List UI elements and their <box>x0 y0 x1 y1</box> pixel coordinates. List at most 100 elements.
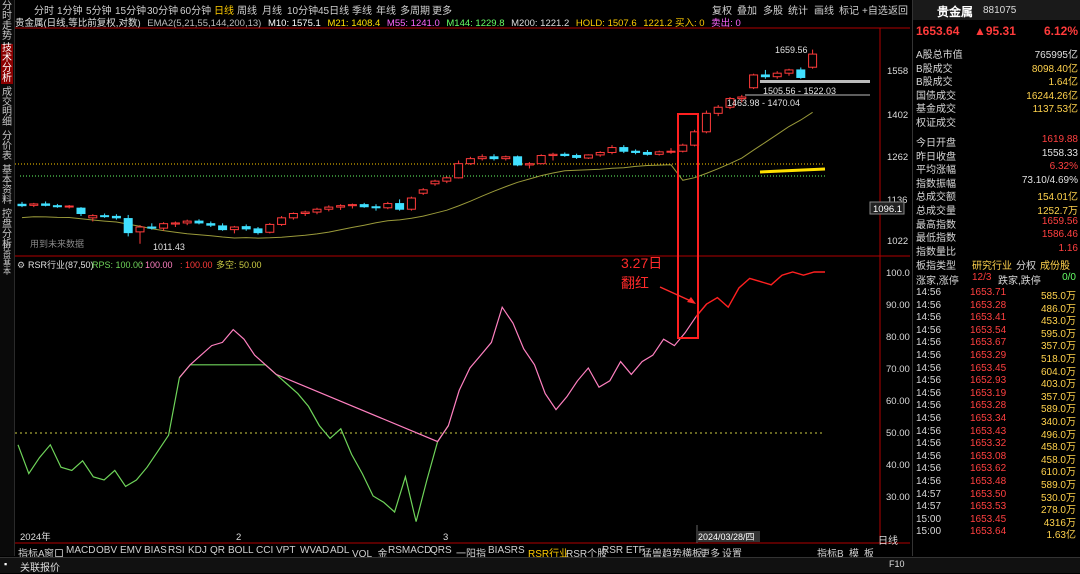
rsr-legend-v2: : 100.00 <box>140 260 173 270</box>
tick-price: 1653.71 <box>970 287 1007 298</box>
candle <box>336 205 346 208</box>
tick-row: 14:56 1652.93 403.0万 <box>916 375 1078 390</box>
candle <box>288 213 298 219</box>
price-tick-1262: 1262 <box>887 152 908 163</box>
rsr-tick-40: 40.00 <box>886 460 910 471</box>
board-tab-components[interactable]: 成份股 <box>1040 257 1070 272</box>
candle <box>808 53 818 68</box>
rsr-line-red <box>695 271 825 318</box>
rsr-legend-v3: : 100.00 <box>180 260 213 270</box>
index-stat-row: 昨日收盘 1558.33 <box>916 148 1078 163</box>
tick-row: 14:56 1653.41 453.0万 <box>916 312 1078 327</box>
last-price-value: 1096.1 <box>873 204 902 215</box>
candles <box>17 49 818 244</box>
indicator-tab[interactable]: QR <box>210 545 225 556</box>
index-stat-value: 6.32% <box>1049 161 1078 173</box>
tick-row: 15:00 1653.45 4316万 <box>916 513 1078 529</box>
quote-code: 881075 <box>983 5 1017 16</box>
indicator-tab[interactable]: MACD <box>66 545 95 556</box>
indicator-tab[interactable]: ADL <box>330 545 349 556</box>
candle <box>206 223 216 226</box>
board-type-row: 板指类型 研究行业 分权 成份股 <box>916 257 1078 272</box>
candle <box>513 156 523 166</box>
tick-price: 1653.32 <box>970 438 1007 450</box>
callout-arrow <box>659 286 694 303</box>
stat-row: 基金成交 1137.53亿 <box>916 100 1078 115</box>
indicator-tab[interactable]: RSI <box>168 545 185 556</box>
index-stat-row: 指数量比 1.16 <box>916 243 1078 258</box>
tick-price: 1653.50 <box>970 488 1007 500</box>
price-tick-1022: 1022 <box>887 236 908 247</box>
indicator-tab[interactable]: BIAS <box>144 545 167 556</box>
candle <box>654 151 664 155</box>
low-annotation: 1011.43 <box>153 242 185 252</box>
diejia-value: 0/0 <box>1062 272 1076 283</box>
tick-price: 1653.48 <box>970 476 1007 487</box>
candle <box>631 150 641 153</box>
tick-price: 1653.43 <box>970 425 1007 437</box>
tick-row: 14:56 1653.08 458.0万 <box>916 450 1078 466</box>
chart-canvas[interactable]: 3.27日 翻红 1659.56 1505.56 - 1522.03 1463.… <box>0 0 912 557</box>
tick-price: 1652.93 <box>970 375 1007 387</box>
candle <box>395 203 405 210</box>
callout-arrowhead <box>687 297 696 304</box>
tick-time: 14:56 <box>916 413 942 424</box>
rsr-tick-50: 50.00 <box>886 428 910 439</box>
tick-time: 14:56 <box>916 312 942 324</box>
index-stat-value: 73.10/4.69% <box>1021 174 1078 186</box>
tick-row: 14:56 1653.43 496.0万 <box>916 425 1078 441</box>
high-annotation: 1659.56 <box>775 45 808 55</box>
tick-row: 14:56 1653.19 357.0万 <box>916 387 1078 403</box>
tick-price: 1653.45 <box>970 513 1007 525</box>
tick-row: 14:56 1653.28 589.0万 <box>916 400 1078 415</box>
indicator-tab[interactable]: RSMACD <box>388 545 431 556</box>
tick-time: 14:57 <box>916 488 942 500</box>
indicator-tab[interactable]: CCI <box>256 545 273 556</box>
index-stat-row: 平均涨幅 6.32% <box>916 161 1078 176</box>
indicator-tab[interactable]: WVAD <box>300 545 329 556</box>
indicator-tab[interactable]: EMV <box>120 545 142 556</box>
x-label-feb: 2 <box>236 532 241 543</box>
tick-time: 14:56 <box>916 450 942 462</box>
callout-line2: 翻红 <box>621 275 649 291</box>
price-tick-1558: 1558 <box>887 66 908 77</box>
rsr-gear-icon[interactable]: ⚙ <box>17 261 25 271</box>
candle <box>218 225 228 231</box>
indicator-tab[interactable]: OBV <box>96 545 117 556</box>
status-f10[interactable]: F10 <box>889 559 905 569</box>
candle <box>265 223 275 233</box>
candle <box>501 156 511 160</box>
quote-price-row: 1653.64 ▲95.31 6.12% <box>916 24 1078 40</box>
tick-row: 14:56 1653.67 357.0万 <box>916 337 1078 352</box>
indicator-tab[interactable]: QRS <box>430 545 452 556</box>
quote-pct: 6.12% <box>1043 24 1078 38</box>
stat-row: B股成交 8098.40亿 <box>916 60 1078 75</box>
indicator-tab[interactable]: KDJ <box>188 545 207 556</box>
indicator-tab[interactable]: BOLL <box>228 545 254 556</box>
candle <box>300 211 310 215</box>
board-tab-research[interactable]: 研究行业 <box>972 257 1012 272</box>
tick-row: 14:56 1653.48 589.0万 <box>916 476 1078 491</box>
candle <box>583 154 593 159</box>
candle <box>406 197 416 210</box>
tick-time: 14:56 <box>916 362 942 374</box>
tick-row: 14:56 1653.62 610.0万 <box>916 463 1078 478</box>
ma-highlight <box>759 167 826 174</box>
indicator-tab[interactable]: RSR ETF <box>602 545 645 556</box>
rsr-line-pink <box>178 303 708 443</box>
candle <box>477 156 487 160</box>
candle <box>182 220 192 224</box>
indicator-tab[interactable]: VPT <box>276 545 295 556</box>
tick-time: 15:00 <box>916 513 942 525</box>
tick-price: 1653.19 <box>970 387 1007 399</box>
date-tag-label: 2024/03/28/四 <box>698 532 755 542</box>
indicator-tab[interactable]: BIASRS <box>488 545 525 556</box>
board-tab-fenquan[interactable]: 分权 <box>1016 257 1036 272</box>
board-type-label: 板指类型 <box>916 261 956 272</box>
range2-annotation: 1463.98 - 1470.04 <box>727 98 800 108</box>
candle <box>324 206 334 210</box>
tick-row: 14:56 1653.34 340.0万 <box>916 413 1078 428</box>
tick-row: 15:00 1653.64 1.63亿 <box>916 526 1078 541</box>
rsr-tick-80: 80.00 <box>886 332 910 343</box>
tick-price: 1653.28 <box>970 299 1007 311</box>
